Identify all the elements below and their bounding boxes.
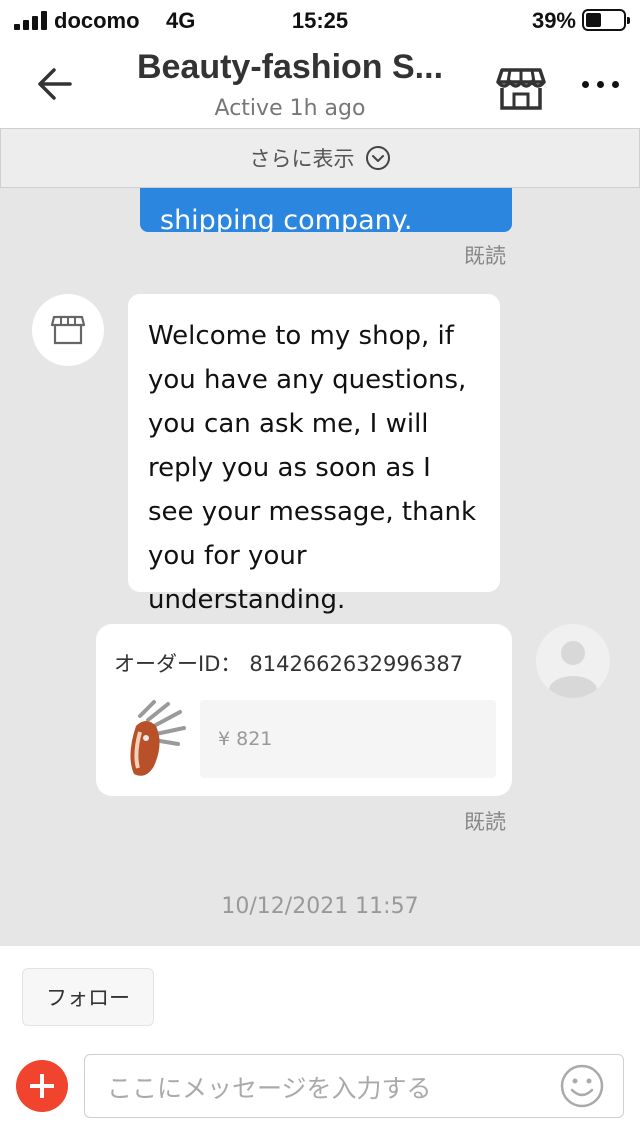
more-dot [611,80,619,88]
back-arrow-icon [38,68,72,100]
store-button[interactable] [494,64,548,112]
more-options-button[interactable] [576,72,624,96]
order-id-label: オーダーID： [114,652,242,676]
message-input[interactable]: ここにメッセージを入力する [84,1054,624,1118]
order-id: オーダーID： 8142662632996387 [114,648,463,678]
store-icon [50,315,86,345]
show-more-label: さらに表示 [249,147,355,171]
bottom-bar: フォロー ここにメッセージを入力する [0,946,640,1136]
price-box: ¥ 821 [200,700,496,778]
sent-message-text: shipping company. [160,205,413,233]
emoji-button[interactable] [558,1062,606,1110]
smiley-icon [560,1064,604,1108]
follow-button[interactable]: フォロー [22,968,154,1026]
chevron-down-icon [365,146,390,170]
product-thumbnail[interactable] [120,696,192,780]
active-status: Active 1h ago [214,96,366,121]
user-avatar[interactable] [536,624,610,698]
key-organizer-image [130,700,186,776]
product-price: ¥ 821 [218,728,273,750]
shop-avatar[interactable] [32,294,104,366]
battery-percent: 39% [531,8,576,33]
chat-header: Beauty-fashion S... Active 1h ago [0,42,640,128]
battery-icon [582,9,630,31]
read-receipt: 既読 [464,810,506,834]
order-id-value: 8142662632996387 [249,652,464,676]
shop-title: Beauty-fashion S... [136,48,444,86]
more-dot [596,80,604,88]
read-receipt: 既読 [464,244,506,268]
store-icon [496,68,546,110]
more-dot [581,80,589,88]
status-bar: docomo 4G 15:25 39% [0,0,640,42]
message-input-placeholder: ここにメッセージを入力する [107,1074,432,1103]
message-timestamp: 10/12/2021 11:57 [221,894,419,919]
default-avatar-icon [549,641,597,698]
order-card[interactable]: オーダーID： 8142662632996387 ¥ 821 [96,624,512,796]
received-message-text: Welcome to my shop, if you have any ques… [148,321,477,615]
received-message-bubble: Welcome to my shop, if you have any ques… [128,294,500,615]
chat-area[interactable]: shipping company. 既読 Welcome to my shop,… [0,128,640,946]
show-more-button[interactable]: さらに表示 [0,128,640,188]
back-button[interactable] [30,60,84,108]
add-attachment-button[interactable] [16,1060,68,1112]
